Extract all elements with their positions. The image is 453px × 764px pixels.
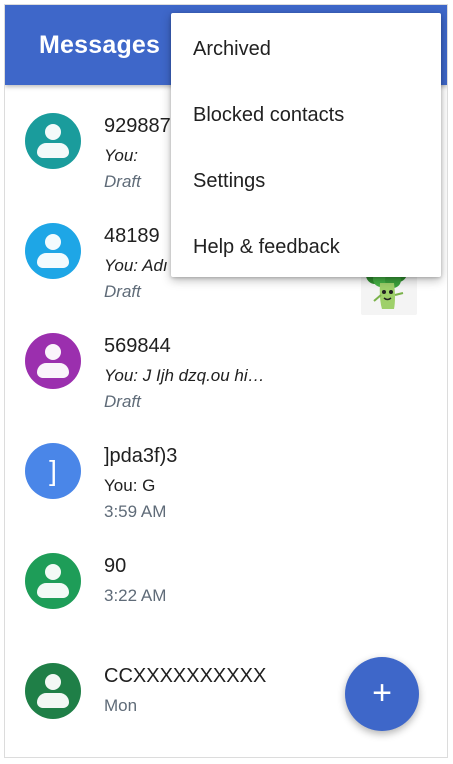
- conversation-name: CCXXXXXXXXXX: [104, 665, 267, 687]
- conversation-name: ]pda3f)3: [104, 445, 178, 467]
- conversation-row[interactable]: 90 3:22 AM: [5, 525, 447, 635]
- menu-item-settings[interactable]: Settings: [171, 148, 441, 214]
- conversation-status: Draft: [104, 392, 141, 411]
- person-icon: [45, 124, 61, 140]
- avatar: [25, 663, 81, 719]
- new-conversation-button[interactable]: +: [345, 657, 419, 731]
- avatar: [25, 333, 81, 389]
- person-icon: [45, 344, 61, 360]
- conversation-status: Draft: [104, 282, 141, 301]
- conversation-row[interactable]: 569844 You: J Ijh dzq.ou hi… Draft: [5, 305, 447, 415]
- menu-item-blocked-contacts[interactable]: Blocked contacts: [171, 82, 441, 148]
- avatar: ]: [25, 443, 81, 499]
- person-icon: [45, 234, 61, 250]
- conversation-name: 48189: [104, 225, 160, 247]
- conversation-snippet: You: J Ijh dzq.ou hi…: [104, 366, 265, 385]
- conversation-status: Draft: [104, 172, 141, 191]
- conversation-time: 3:59 AM: [104, 502, 167, 521]
- conversation-name: 90: [104, 555, 127, 577]
- conversation-name: 929887: [104, 115, 171, 137]
- conversation-snippet: You: G: [104, 476, 156, 495]
- menu-item-archived[interactable]: Archived: [171, 16, 441, 82]
- avatar: [25, 223, 81, 279]
- conversation-snippet: You: Adı: [104, 256, 168, 275]
- overflow-menu: Archived Blocked contacts Settings Help …: [171, 13, 441, 277]
- conversation-row[interactable]: ] ]pda3f)3 You: G 3:59 AM: [5, 415, 447, 525]
- menu-item-help-feedback[interactable]: Help & feedback: [171, 214, 441, 280]
- person-icon: [45, 674, 61, 690]
- avatar: [25, 553, 81, 609]
- conversation-time: Mon: [104, 696, 138, 715]
- person-icon: [45, 564, 61, 580]
- conversation-time: 3:22 AM: [104, 586, 167, 605]
- app-title: Messages: [39, 31, 161, 59]
- conversation-name: 569844: [104, 335, 171, 357]
- avatar: [25, 113, 81, 169]
- avatar-letter: ]: [49, 455, 57, 486]
- plus-icon: +: [372, 674, 392, 712]
- app-frame: Messages 929887 You: Draft 48189 You: Ad…: [4, 4, 448, 758]
- conversation-snippet: You:: [104, 146, 139, 165]
